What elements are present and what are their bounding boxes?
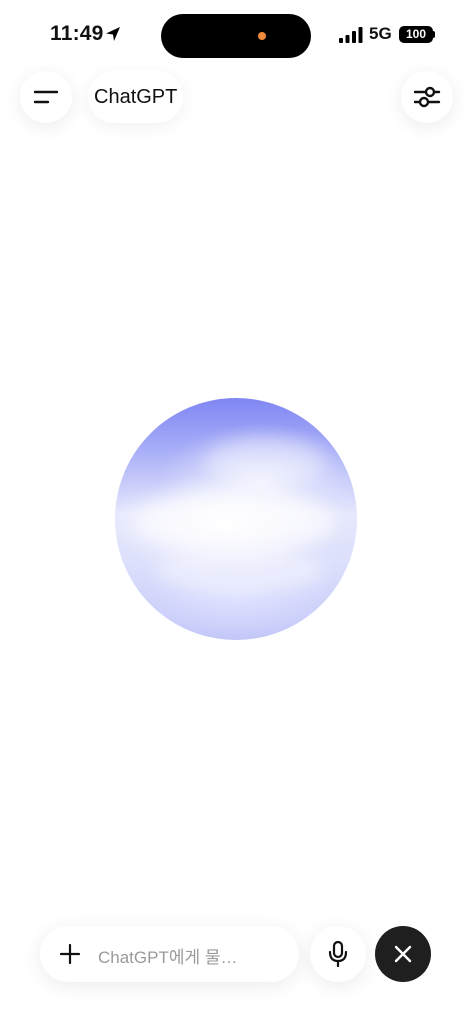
input-placeholder: ChatGPT에게 물… (98, 948, 238, 967)
battery-level: 100 (405, 27, 427, 41)
network-type: 5G (369, 24, 392, 43)
microphone-icon (328, 940, 348, 968)
menu-icon (33, 90, 59, 104)
microphone-button[interactable] (310, 926, 366, 982)
location-arrow-icon (106, 27, 120, 41)
close-icon (394, 945, 412, 963)
dynamic-island (161, 14, 311, 58)
battery-icon: 100 (399, 26, 433, 43)
model-title[interactable]: ChatGPT (88, 71, 184, 123)
voice-settings-button[interactable] (401, 71, 453, 123)
sliders-icon (413, 86, 441, 108)
recording-indicator-dot (258, 32, 266, 40)
cellular-signal-icon (339, 27, 363, 43)
battery-tip (433, 31, 435, 38)
message-input[interactable]: ChatGPT에게 물… (40, 926, 299, 982)
menu-button[interactable] (20, 71, 72, 123)
status-bar: 11:49 5G 100 (0, 0, 472, 66)
page-title: ChatGPT (94, 85, 178, 108)
voice-orb (115, 398, 357, 640)
status-time: 11:49 (50, 22, 104, 45)
plus-icon[interactable] (58, 942, 82, 966)
close-voice-button[interactable] (375, 926, 431, 982)
